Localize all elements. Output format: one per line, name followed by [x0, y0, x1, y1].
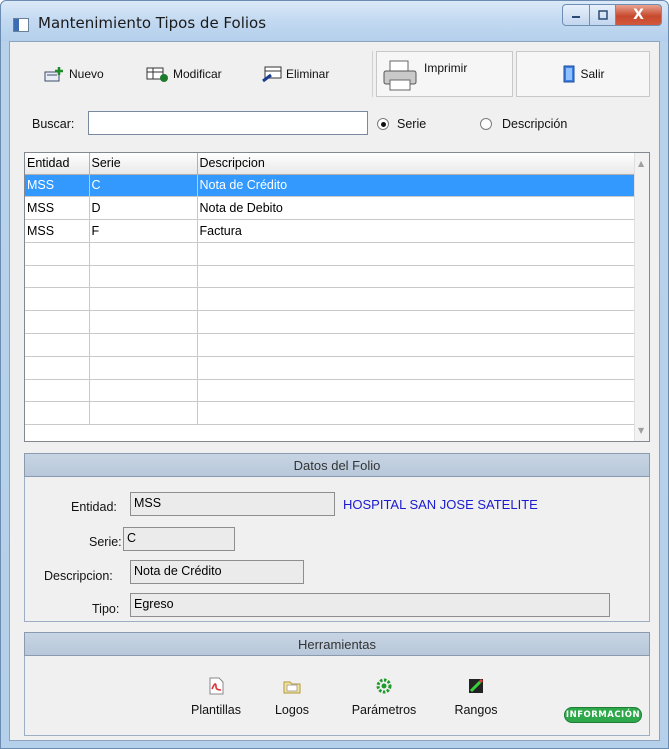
herramientas-header: Herramientas [24, 632, 650, 656]
datos-folio-header: Datos del Folio [24, 453, 650, 477]
plantillas-button[interactable]: Plantillas [186, 677, 246, 717]
empty-row [25, 401, 636, 426]
rangos-button[interactable]: Rangos [448, 677, 504, 717]
cell-descripcion: Factura [197, 219, 636, 243]
column-serie[interactable]: Serie [89, 153, 198, 175]
modificar-label: Modificar [173, 67, 222, 81]
imprimir-button[interactable]: Imprimir [376, 51, 513, 97]
minimize-button[interactable] [562, 4, 590, 26]
nuevo-button[interactable]: Nuevo [44, 51, 104, 97]
cell-descripcion: Nota de Debito [197, 196, 636, 221]
scroll-up-icon[interactable]: ▲ [638, 159, 644, 168]
entidad-field[interactable]: MSS [130, 492, 335, 516]
entidad-label: Entidad: [71, 500, 117, 514]
cell-serie: F [89, 219, 198, 243]
parametros-button[interactable]: Parámetros [346, 677, 422, 717]
descripcion-radio[interactable] [480, 118, 492, 130]
salir-label: Salir [580, 67, 605, 81]
empty-row [25, 242, 636, 266]
cell-serie: D [89, 196, 198, 221]
pdf-icon [209, 677, 224, 695]
grid-header: Entidad Serie Descripcion [25, 153, 636, 175]
folder-icon [283, 681, 301, 694]
column-descripcion[interactable]: Descripcion [197, 153, 636, 175]
tipo-label: Tipo: [92, 602, 120, 616]
serie-label: Serie: [89, 535, 122, 549]
folios-grid[interactable]: Entidad Serie Descripcion MSS C Nota de … [24, 152, 650, 442]
logos-button[interactable]: Logos [272, 677, 312, 717]
table-row[interactable]: MSS F Factura [25, 219, 636, 243]
empty-row [25, 379, 636, 403]
cell-entidad: MSS [25, 219, 90, 243]
rangos-label: Rangos [454, 703, 498, 717]
empty-row [25, 265, 636, 289]
window-title: Mantenimiento Tipos de Folios [38, 14, 267, 32]
folios-table: Entidad Serie Descripcion MSS C Nota de … [25, 153, 636, 426]
nuevo-label: Nuevo [69, 67, 104, 81]
eliminar-label: Eliminar [286, 67, 330, 81]
imprimir-label: Imprimir [424, 61, 468, 75]
descripcion-label: Descripcion: [44, 569, 113, 583]
toolbar: Nuevo Modificar Eliminar Imprimir Salir [16, 51, 650, 97]
exit-door-icon [563, 65, 575, 83]
descripcion-radio-label: Descripción [502, 117, 568, 131]
empty-row [25, 287, 636, 312]
entidad-name: HOSPITAL SAN JOSE SATELITE [343, 497, 538, 512]
cell-serie: C [89, 174, 198, 198]
minimize-icon [572, 16, 580, 18]
caption-buttons: X [562, 4, 662, 26]
empty-row [25, 310, 636, 335]
serie-radio-label: Serie [397, 117, 427, 131]
herramientas-panel [24, 656, 650, 736]
table-row[interactable]: MSS C Nota de Crédito [25, 174, 636, 198]
plantillas-label: Plantillas [190, 703, 242, 717]
cell-entidad: MSS [25, 174, 90, 198]
edit-table-icon [146, 67, 168, 82]
new-document-icon [44, 67, 63, 82]
maximize-button[interactable] [590, 4, 616, 26]
scroll-down-icon[interactable]: ▼ [638, 426, 644, 435]
search-label: Buscar: [32, 117, 75, 131]
delete-table-icon [262, 66, 282, 83]
descripcion-field[interactable]: Nota de Crédito [130, 560, 304, 584]
gear-icon [376, 678, 392, 694]
close-button[interactable]: X [616, 4, 662, 26]
search-input[interactable] [88, 111, 368, 135]
salir-button[interactable]: Salir [516, 51, 650, 97]
serie-radio[interactable] [377, 118, 389, 130]
toolbar-separator [372, 51, 373, 97]
tipo-field[interactable]: Egreso [130, 593, 610, 617]
cell-entidad: MSS [25, 196, 90, 221]
title-bar[interactable]: Mantenimiento Tipos de Folios X [1, 1, 668, 41]
serie-field[interactable]: C [123, 527, 235, 551]
table-row[interactable]: MSS D Nota de Debito [25, 196, 636, 221]
parametros-label: Parámetros [351, 703, 417, 717]
informacion-badge[interactable]: INFORMACIÓN [564, 707, 642, 723]
printer-icon [383, 60, 417, 91]
pencil-icon [469, 678, 484, 693]
modificar-button[interactable]: Modificar [146, 51, 222, 97]
cell-descripcion: Nota de Crédito [197, 174, 636, 198]
empty-row [25, 333, 636, 357]
logos-label: Logos [274, 703, 310, 717]
column-entidad[interactable]: Entidad [25, 153, 90, 175]
app-icon [13, 18, 29, 32]
grid-scrollbar[interactable]: ▲ ▼ [634, 153, 649, 441]
maximize-icon [597, 10, 608, 20]
empty-row [25, 356, 636, 380]
close-icon: X [633, 7, 644, 23]
eliminar-button[interactable]: Eliminar [261, 51, 329, 97]
